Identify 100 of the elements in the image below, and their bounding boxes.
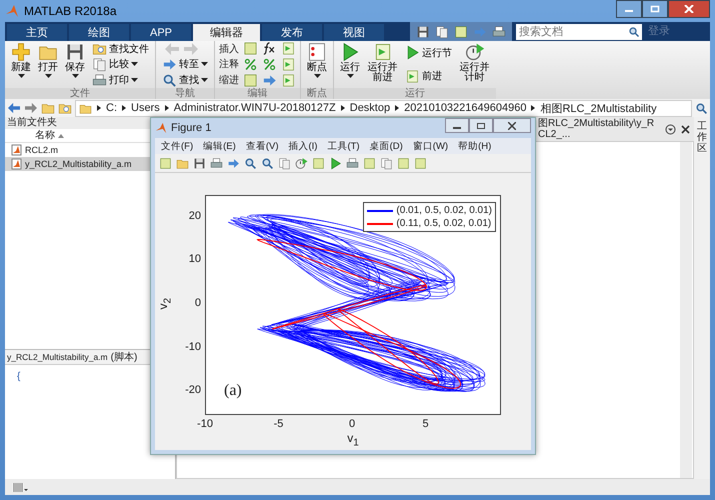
- ribbon-button[interactable]: 断点: [305, 41, 329, 88]
- tick-label: 0: [348, 418, 356, 430]
- search-icon: [628, 26, 640, 38]
- back-arrow-icon[interactable]: [7, 102, 21, 114]
- maximize-icon: [650, 5, 660, 13]
- compare-icon: [380, 156, 393, 170]
- search-icon: [162, 72, 177, 88]
- logo-icon: [155, 122, 167, 134]
- printer-icon: [92, 72, 107, 88]
- ribbon-tab[interactable]: 编辑器: [193, 24, 260, 41]
- ribbon-button[interactable]: 转至: [160, 57, 210, 72]
- minimize-button[interactable]: [445, 118, 469, 133]
- maximize-button[interactable]: [642, 0, 668, 18]
- row-label: 缩进: [219, 74, 239, 88]
- ribbon-tab[interactable]: 绘图: [69, 24, 129, 41]
- menu-item[interactable]: 查看(V): [246, 140, 278, 152]
- menu-item[interactable]: 文件(F): [161, 140, 194, 152]
- chevron-icon: [395, 105, 400, 111]
- printer-icon: [210, 156, 223, 170]
- ribbon-button[interactable]: 运行并前进: [365, 41, 400, 88]
- editor-tab[interactable]: 图RLC_2Multistability\y_RCL2_...: [538, 118, 660, 140]
- column-header[interactable]: 名称: [35, 129, 55, 142]
- percent-icon: [262, 56, 277, 72]
- row-label: 注释: [219, 58, 239, 72]
- close-icon[interactable]: [681, 124, 690, 134]
- close-button[interactable]: [668, 0, 710, 18]
- menu-item[interactable]: 编辑(E): [203, 140, 236, 152]
- plot-annotation: (a): [224, 382, 242, 400]
- sort-arrow-icon[interactable]: [58, 134, 64, 138]
- menu-item[interactable]: 窗口(W): [412, 140, 448, 152]
- maximize-button[interactable]: [469, 118, 493, 133]
- minimize-button[interactable]: [616, 0, 642, 18]
- menu-item[interactable]: 工具(T): [327, 140, 360, 152]
- logo-icon: [5, 4, 19, 18]
- ribbon-button[interactable]: 打开: [36, 41, 60, 88]
- chevron-icon: [122, 105, 126, 111]
- folder-icon: [41, 101, 55, 115]
- menu-icon[interactable]: [665, 124, 676, 134]
- sheet-icon: [312, 156, 325, 170]
- close-button[interactable]: [493, 118, 531, 133]
- ribbon-button[interactable]: 查找: [160, 73, 210, 88]
- sheet-icon: [454, 24, 468, 38]
- ribbon-button[interactable]: 打印: [90, 73, 151, 88]
- ribbon-tab[interactable]: 发布: [262, 24, 322, 41]
- ribbon-tab[interactable]: 主页: [7, 24, 67, 41]
- legend-label: (0.01, 0.5, 0.02, 0.01): [396, 205, 492, 216]
- group-label: 运行: [334, 88, 496, 99]
- tick-label: 20: [188, 210, 201, 222]
- ribbon-button[interactable]: 运行节: [403, 46, 454, 60]
- side-tab[interactable]: 工作区: [697, 121, 707, 479]
- play-small-icon: [329, 156, 342, 170]
- ribbon-tab[interactable]: APP: [131, 24, 191, 41]
- group-label: 编辑: [215, 88, 300, 99]
- search-icon: [244, 156, 257, 170]
- code-text: {: [16, 370, 22, 384]
- ribbon-button[interactable]: 前进: [403, 69, 454, 84]
- tick-label: 5: [421, 418, 430, 430]
- search-field[interactable]: 搜索文档: [516, 24, 626, 40]
- ribbon-button[interactable]: 比较: [90, 57, 151, 72]
- file-type-label: (脚本): [110, 350, 138, 364]
- ribbon-button[interactable]: 新建: [9, 41, 33, 88]
- sheet-icon: [159, 156, 172, 170]
- chevron-icon: [531, 105, 536, 111]
- ribbon-button[interactable]: 运行并计时: [457, 41, 492, 88]
- ribbon-button[interactable]: 查找文件: [90, 42, 151, 56]
- chevron-icon: [164, 105, 169, 111]
- ribbon-button[interactable]: 运行: [338, 41, 362, 88]
- sheet-icon: [363, 156, 376, 170]
- sheet-icon: [243, 72, 258, 88]
- restore-icon: [477, 122, 485, 128]
- menu-item[interactable]: 桌面(D): [370, 140, 403, 152]
- forward-arrow-icon[interactable]: [24, 102, 38, 114]
- address-field[interactable]: C: Users Administrator.WIN7U-20180127Z Desktop 20210103221649604960 相图RLC_2Multistability: [75, 100, 692, 116]
- tick-label: 0: [194, 297, 201, 309]
- chevron-icon: [97, 105, 101, 111]
- ribbon-button[interactable]: 保存: [63, 41, 87, 88]
- group-label: 断点: [301, 88, 333, 99]
- fx-icon: [262, 41, 277, 56]
- script-file-icon: [11, 158, 22, 170]
- arrow-icon: [262, 72, 277, 88]
- scrollbar[interactable]: [680, 142, 692, 478]
- tick-label: -20: [185, 384, 201, 396]
- details-title: y_RCL2_Multistability_a.m: [7, 352, 108, 362]
- compare-icon: [92, 56, 107, 72]
- search-button[interactable]: [626, 24, 642, 40]
- tick-label: -10: [196, 418, 214, 430]
- group-label: 文件: [5, 88, 155, 99]
- ribbon-tab[interactable]: 视图: [324, 24, 384, 41]
- group-label: 导航: [156, 88, 214, 99]
- sheet-icon: [243, 41, 258, 56]
- menu-item[interactable]: 插入(I): [288, 140, 318, 152]
- stopwatch-icon: [295, 156, 308, 170]
- breakpoint-icon: [307, 42, 327, 62]
- tick-label: 10: [188, 253, 201, 266]
- printer-icon: [346, 156, 359, 170]
- arrow-icon: [473, 24, 487, 38]
- stripes-icon[interactable]: [13, 482, 29, 492]
- sheet-icon: [414, 156, 427, 170]
- menu-item[interactable]: 帮助(H): [458, 140, 492, 152]
- printer-icon: [492, 24, 506, 38]
